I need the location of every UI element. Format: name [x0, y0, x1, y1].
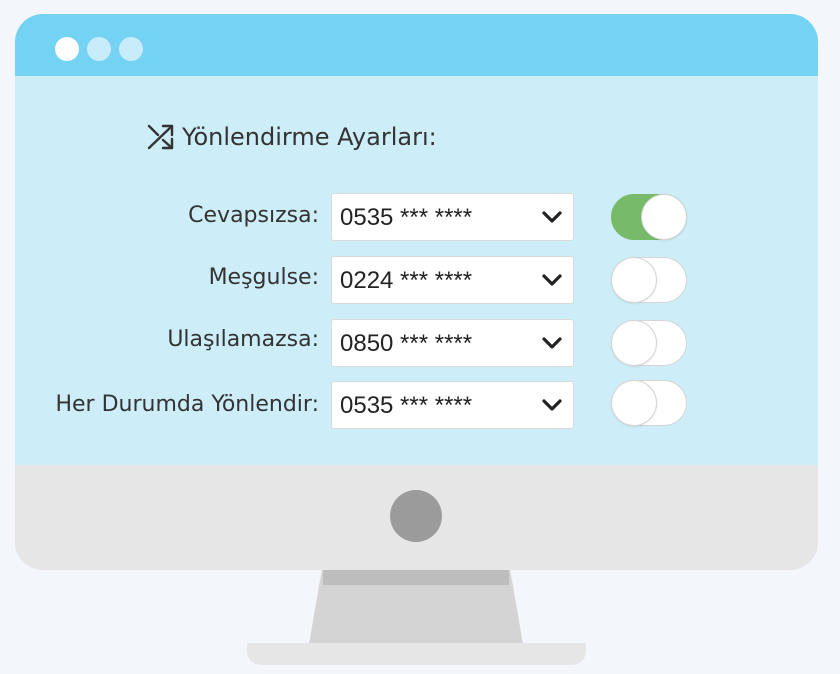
panel-title: Yönlendirme Ayarları:	[146, 120, 437, 154]
monitor-stand-base	[247, 643, 586, 665]
window-dot-maximize[interactable]	[119, 37, 143, 61]
shuffle-icon	[147, 124, 174, 150]
row-label-ulasilamazsa: Ulaşılamazsa:	[167, 327, 319, 352]
toggle-knob	[611, 257, 657, 303]
number-select-value: 0535 *** ****	[340, 204, 473, 231]
toggle-mesgulse[interactable]	[611, 257, 687, 303]
row-label-mesgulse: Meşgulse:	[208, 265, 319, 290]
camera-icon	[390, 490, 442, 542]
row-label-cevapsizsa: Cevapsızsa:	[188, 203, 319, 228]
toggle-her-durumda[interactable]	[611, 380, 687, 426]
number-select-cevapsizsa[interactable]: 0535 *** ****	[331, 193, 574, 241]
number-select-value: 0850 *** ****	[340, 330, 473, 357]
toggle-cevapsizsa[interactable]	[611, 194, 687, 240]
window-titlebar	[15, 14, 818, 76]
number-select-value: 0535 *** ****	[340, 392, 473, 419]
number-select-ulasilamazsa[interactable]: 0850 *** ****	[331, 319, 574, 367]
monitor-stand-shadow	[323, 570, 509, 585]
toggle-knob	[611, 320, 657, 366]
number-select-value: 0224 *** ****	[340, 267, 473, 294]
row-label-her-durumda: Her Durumda Yönlendir:	[55, 392, 319, 417]
chevron-down-icon	[542, 211, 562, 223]
panel-title-text: Yönlendirme Ayarları:	[182, 123, 437, 151]
number-select-mesgulse[interactable]: 0224 *** ****	[331, 256, 574, 304]
toggle-knob	[641, 194, 687, 240]
chevron-down-icon	[542, 399, 562, 411]
chevron-down-icon	[542, 274, 562, 286]
window-dot-close[interactable]	[55, 37, 79, 61]
toggle-ulasilamazsa[interactable]	[611, 320, 687, 366]
toggle-knob	[611, 380, 657, 426]
number-select-her-durumda[interactable]: 0535 *** ****	[331, 381, 574, 429]
window-dot-minimize[interactable]	[87, 37, 111, 61]
chevron-down-icon	[542, 337, 562, 349]
